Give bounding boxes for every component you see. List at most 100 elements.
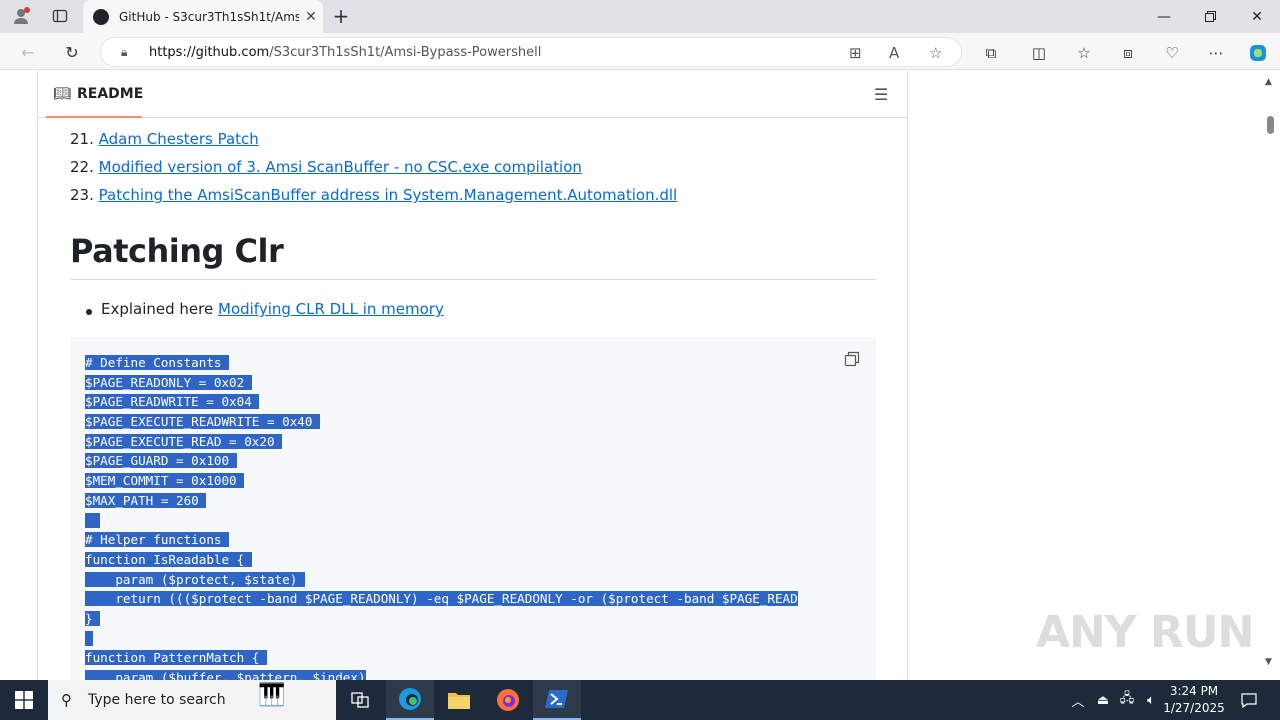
usb-icon[interactable]: ⏏︎: [1092, 680, 1114, 720]
clock[interactable]: 3:24 PM 1/27/2025: [1162, 683, 1226, 717]
browser-essentials-icon[interactable]: ♡: [1161, 43, 1183, 63]
powershell-icon[interactable]: [533, 680, 581, 720]
code-line-text: return ((($protect -band $PAGE_READONLY)…: [85, 591, 798, 607]
list-link[interactable]: Patching the AmsiScanBuffer address in S…: [99, 186, 678, 204]
lock-icon: 🔒︎: [121, 45, 128, 59]
show-hidden-icons[interactable]: ︿: [1068, 680, 1088, 720]
code-line-text: $PAGE_GUARD = 0x100: [85, 453, 237, 469]
content-border-left: [37, 71, 38, 681]
network-icon[interactable]: 🖧︎: [1116, 680, 1138, 720]
back-icon[interactable]: ←: [16, 41, 40, 63]
list-link[interactable]: Modified version of 3. Amsi ScanBuffer -…: [99, 158, 582, 176]
notifications-icon[interactable]: [1234, 680, 1264, 720]
code-line: # Helper functions: [85, 530, 798, 550]
search-highlight-icon: 🎹: [258, 683, 286, 708]
code-line: $PAGE_EXECUTE_READWRITE = 0x40: [85, 412, 798, 432]
code-line-text: $PAGE_READWRITE = 0x04: [85, 394, 260, 410]
list-number: 22.: [70, 158, 94, 176]
github-icon: [93, 8, 109, 25]
book-icon: 📖︎: [53, 86, 71, 102]
volume-icon[interactable]: 🔈︎: [1140, 680, 1162, 720]
code-line: $PAGE_READONLY = 0x02: [85, 373, 798, 393]
outline-icon[interactable]: ☰: [874, 85, 888, 104]
copilot-icon[interactable]: [1247, 43, 1269, 63]
search-placeholder: Type here to search: [88, 692, 226, 708]
content-border-right: [907, 71, 908, 681]
favorites-icon[interactable]: ☆: [1073, 43, 1095, 63]
code-line-text: # Helper functions: [85, 532, 230, 548]
firefox-icon[interactable]: [484, 680, 532, 720]
readme-header: 📖︎ README ☰: [38, 71, 907, 118]
url-path: /S3cur3Th1sSh1t/Amsi-Bypass-Powershell: [269, 44, 542, 60]
code-line-text: function PatternMatch {: [85, 650, 267, 666]
code-line-text: # Define Constants: [85, 355, 230, 370]
watermark: ANY RUN: [1036, 607, 1254, 658]
clr-dll-link[interactable]: Modifying CLR DLL in memory: [218, 300, 444, 318]
bypass-list: 21. Adam Chesters Patch 22. Modified ver…: [70, 127, 677, 211]
code-line-text: $PAGE_EXECUTE_READ = 0x20: [85, 433, 283, 449]
code-line-text: $MEM_COMMIT = 0x1000: [85, 473, 245, 489]
list-link[interactable]: Adam Chesters Patch: [99, 130, 259, 148]
refresh-icon[interactable]: ↻: [60, 41, 84, 63]
taskbar: ⚲ Type here to search 🎹 ︿ ⏏︎ 🖧︎ 🔈︎ 3:24 …: [0, 680, 1280, 720]
close-tab-icon[interactable]: ✕: [299, 9, 323, 25]
bullet-dot: [86, 309, 92, 315]
url-domain: https://github.com: [149, 44, 270, 60]
list-number: 23.: [70, 186, 94, 204]
task-view-icon[interactable]: [336, 680, 384, 720]
collections-icon[interactable]: ⧈: [1117, 43, 1139, 63]
extensions-icon[interactable]: ⧉: [980, 43, 1002, 63]
list-item: 23. Patching the AmsiScanBuffer address …: [70, 183, 677, 211]
new-tab-icon[interactable]: +: [330, 4, 352, 28]
code-line: [85, 511, 798, 531]
edge-taskbar-icon[interactable]: [386, 680, 434, 720]
search-icon: ⚲: [61, 691, 72, 709]
profile-icon[interactable]: [10, 6, 32, 26]
code-line: $MAX_PATH = 260: [85, 491, 798, 511]
scroll-thumb[interactable]: [1267, 116, 1274, 134]
favorite-star-icon[interactable]: ☆: [929, 44, 942, 62]
bullet-text: Explained here: [101, 300, 218, 318]
code-line: return ((($protect -band $PAGE_READONLY)…: [85, 589, 798, 609]
code-line-text: function IsReadable {: [85, 551, 252, 567]
tab-actions-icon[interactable]: [49, 6, 71, 26]
heading-divider: [70, 279, 876, 280]
app-available-icon[interactable]: ⊞: [849, 44, 862, 62]
vertical-scrollbar[interactable]: ▲ ▼: [1260, 71, 1280, 681]
tab-github[interactable]: GitHub - S3cur3Th1sSh1t/Amsi-Bypass-Powe…: [83, 0, 323, 33]
split-screen-icon[interactable]: ◫: [1028, 43, 1050, 63]
list-item: 21. Adam Chesters Patch: [70, 127, 677, 155]
code-line: # Define Constants: [85, 353, 798, 373]
code-line: $PAGE_EXECUTE_READ = 0x20: [85, 432, 798, 452]
code-line: param ($protect, $state): [85, 570, 798, 590]
close-window-icon[interactable]: ✕: [1234, 0, 1280, 33]
scroll-down-icon[interactable]: ▼: [1265, 657, 1272, 667]
code-line: $MEM_COMMIT = 0x1000: [85, 471, 798, 491]
readme-tab[interactable]: README: [77, 86, 143, 102]
list-item: 22. Modified version of 3. Amsi ScanBuff…: [70, 155, 677, 183]
code-line: $PAGE_GUARD = 0x100: [85, 451, 798, 471]
list-number: 21.: [70, 130, 94, 148]
page-content: 21. Adam Chesters Patch 22. Modified ver…: [0, 71, 1280, 681]
code-line-text: param ($protect, $state): [85, 571, 305, 587]
code-line: [85, 629, 798, 649]
code-line: $PAGE_READWRITE = 0x04: [85, 392, 798, 412]
restore-icon[interactable]: [1187, 0, 1233, 33]
section-heading: Patching Clr: [70, 232, 284, 270]
copy-icon[interactable]: [844, 351, 862, 369]
code-line-text: [85, 512, 101, 528]
file-explorer-icon[interactable]: [435, 680, 483, 720]
more-menu-icon[interactable]: ⋯: [1205, 43, 1227, 63]
read-aloud-icon[interactable]: A: [889, 44, 899, 62]
clock-time: 3:24 PM: [1169, 684, 1219, 698]
url-field[interactable]: 🔒︎ https://github.com/S3cur3Th1sSh1t/Ams…: [100, 37, 962, 67]
scroll-up-icon[interactable]: ▲: [1265, 77, 1272, 87]
clock-date: 1/27/2025: [1163, 701, 1225, 715]
code-line: }: [85, 609, 798, 629]
windows-start-icon[interactable]: [0, 680, 48, 720]
minimize-icon[interactable]: —: [1141, 0, 1187, 33]
code-line-text: $PAGE_EXECUTE_READWRITE = 0x40: [85, 414, 321, 430]
taskbar-search[interactable]: ⚲ Type here to search 🎹: [48, 680, 336, 720]
code-line-text: [85, 630, 93, 646]
code-block[interactable]: # Define Constants $PAGE_READONLY = 0x02…: [70, 337, 876, 681]
